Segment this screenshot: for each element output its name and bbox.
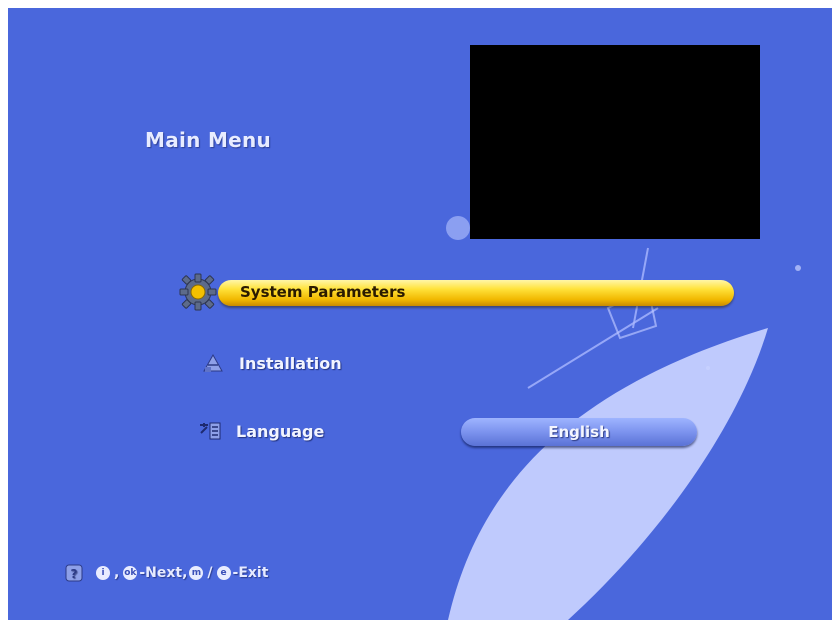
gear-icon: [179, 273, 217, 311]
footer-separator: ,: [114, 565, 120, 581]
language-value-selector[interactable]: English: [461, 418, 697, 446]
menu-item-language[interactable]: Language: [198, 416, 324, 446]
language-value: English: [548, 423, 610, 441]
language-icon: [200, 422, 221, 440]
menu-item-label: Installation: [239, 353, 342, 373]
video-preview-window: [470, 45, 760, 239]
footer-exit-label: -Exit: [232, 565, 269, 581]
help-footer: ? i , ok -Next, m / e -Exit: [64, 562, 268, 584]
svg-text:?: ?: [71, 567, 78, 581]
tv-screen: Main Menu System Parameters Installation…: [8, 8, 832, 620]
help-icon: ?: [65, 564, 83, 582]
footer-slash: /: [207, 565, 213, 581]
menu-item-system-parameters[interactable]: System Parameters: [178, 273, 734, 311]
dish-icon: [203, 353, 223, 372]
menu-item-label: System Parameters: [240, 283, 406, 301]
footer-next-label: -Next,: [139, 565, 188, 581]
info-key-icon: i: [96, 566, 110, 580]
exit-key-icon: e: [216, 566, 231, 580]
ok-key-icon: ok: [123, 566, 138, 580]
page-title: Main Menu: [145, 128, 272, 152]
menu-item-label: Language: [236, 421, 325, 441]
menu-item-installation[interactable]: Installation: [201, 348, 342, 378]
menu-key-icon: m: [189, 566, 204, 580]
